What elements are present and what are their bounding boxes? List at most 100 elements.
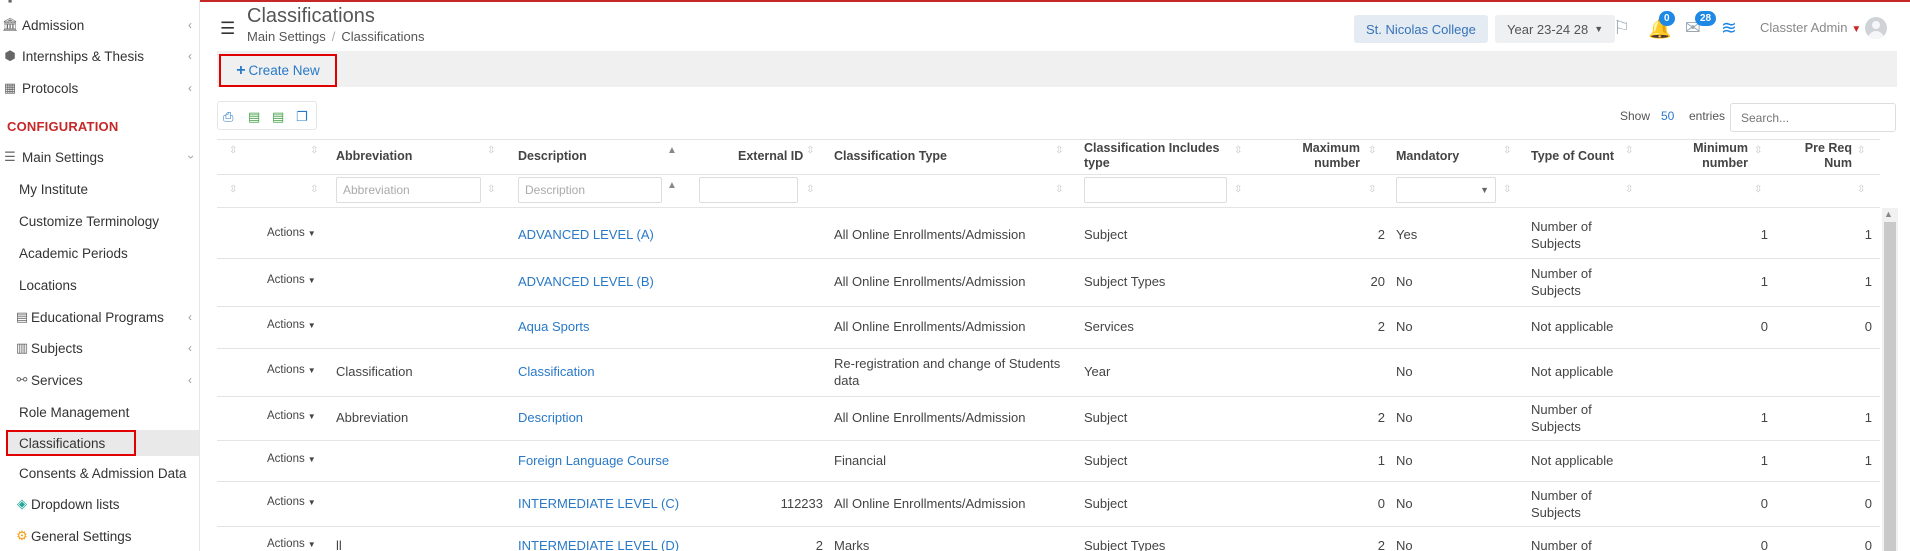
sort-icon[interactable]: ⇳ bbox=[1625, 145, 1633, 156]
sidebar-item-my-institute[interactable]: My Institute bbox=[0, 177, 199, 201]
layers-stack-icon[interactable]: ≋ bbox=[1721, 17, 1737, 40]
cell-description-link[interactable]: Description bbox=[518, 409, 693, 426]
cell-mandatory-text: No bbox=[1396, 274, 1413, 289]
breadcrumb-main-settings[interactable]: Main Settings bbox=[247, 29, 326, 44]
sort-icon: ⇳ bbox=[1625, 184, 1634, 195]
messages-badge: 28 bbox=[1695, 11, 1717, 26]
external-id-filter[interactable] bbox=[699, 177, 798, 203]
sidebar-item-role-management[interactable]: Role Management bbox=[0, 400, 199, 424]
sort-icon[interactable]: ⇳ bbox=[1503, 145, 1511, 156]
cell-maximum-number-text: 2 bbox=[1377, 227, 1385, 242]
sidebar-item-customize-terminology[interactable]: Customize Terminology bbox=[0, 209, 199, 233]
cell-type-of-count-text-2: Subjects bbox=[1531, 236, 1581, 251]
create-new-button[interactable]: + Create New bbox=[219, 54, 337, 87]
actions-dropdown[interactable]: Actions ▼ bbox=[267, 274, 327, 286]
book-icon: ▥ bbox=[15, 340, 29, 355]
sort-icon[interactable]: ⇳ bbox=[1234, 145, 1242, 156]
year-selector[interactable]: Year 23-24 28 ▼ bbox=[1495, 15, 1616, 43]
column-header-abbreviation[interactable]: Abbreviation bbox=[336, 139, 412, 173]
scrollbar-thumb[interactable] bbox=[1884, 222, 1896, 551]
sidebar-item-internships[interactable]: ⬢ Internships & Thesis ‹ bbox=[0, 44, 199, 68]
description-filter[interactable]: Description bbox=[518, 177, 662, 203]
sidebar-item-general-settings[interactable]: ⚙ General Settings bbox=[0, 524, 199, 548]
cell-description-link[interactable]: Foreign Language Course bbox=[518, 452, 693, 469]
sidebar-item-protocols[interactable]: ▦ Protocols ‹ bbox=[0, 76, 199, 100]
cell-description-link[interactable]: Classification bbox=[518, 363, 693, 380]
column-header-minimum-number[interactable]: Minimum number bbox=[1680, 139, 1748, 173]
mandatory-filter-select[interactable]: ▼ bbox=[1396, 177, 1496, 203]
cell-maximum-number-text: 2 bbox=[1377, 319, 1385, 334]
cell-type-of-count: Not applicable bbox=[1531, 363, 1641, 380]
highlight-box-classifications bbox=[6, 430, 136, 456]
column-header-maximum-number[interactable]: Maximum number bbox=[1290, 139, 1360, 173]
column-header-classification-type[interactable]: Classification Type bbox=[834, 139, 947, 173]
search-input[interactable] bbox=[1730, 103, 1896, 132]
actions-dropdown[interactable]: Actions ▼ bbox=[267, 364, 327, 376]
actions-dropdown[interactable]: Actions ▼ bbox=[267, 319, 327, 331]
column-header-mandatory[interactable]: Mandatory bbox=[1396, 139, 1459, 173]
sidebar-item-locations[interactable]: Locations bbox=[0, 273, 199, 297]
sidebar-item-services[interactable]: ⚯ Services ‹ bbox=[0, 368, 199, 392]
cell-description-link[interactable]: Aqua Sports bbox=[518, 318, 693, 335]
caret-down-icon: ▼ bbox=[307, 497, 316, 507]
cell-description-link[interactable]: INTERMEDIATE LEVEL (C) bbox=[518, 495, 693, 512]
actions-label: Actions bbox=[267, 319, 305, 331]
column-header-external-id[interactable]: External ID bbox=[738, 139, 803, 173]
hamburger-menu-icon[interactable]: ☰ bbox=[220, 19, 235, 39]
includes-type-filter[interactable] bbox=[1084, 177, 1227, 203]
cell-includes-type: Subject bbox=[1084, 495, 1264, 512]
sidebar-item-partial[interactable]: ▪ bbox=[0, 0, 199, 12]
sidebar-item-subjects[interactable]: ▥ Subjects ‹ bbox=[0, 336, 199, 360]
cell-description-link[interactable]: ADVANCED LEVEL (A) bbox=[518, 226, 693, 243]
sidebar-item-consents[interactable]: Consents & Admission Data bbox=[0, 461, 199, 485]
sort-icon[interactable]: ⇳ bbox=[1754, 145, 1762, 156]
column-header-includes-type[interactable]: Classification Includes type bbox=[1084, 139, 1219, 173]
sort-icon[interactable]: ⇳ bbox=[806, 145, 814, 156]
cell-prereq-num-text: 1 bbox=[1864, 452, 1872, 468]
sort-asc-icon[interactable]: ▲ bbox=[667, 145, 677, 156]
actions-dropdown[interactable]: Actions ▼ bbox=[267, 538, 327, 550]
cell-includes-type: Subject Types bbox=[1084, 273, 1264, 290]
cell-minimum-number-text: 0 bbox=[1760, 538, 1768, 551]
sort-icon[interactable]: ⇳ bbox=[310, 145, 318, 156]
actions-label: Actions bbox=[267, 495, 305, 508]
gear-icon: ⚙ bbox=[16, 528, 28, 543]
cell-mandatory-text: No bbox=[1396, 364, 1413, 379]
column-header-type-of-count[interactable]: Type of Count bbox=[1531, 139, 1614, 173]
flag-icon[interactable]: ⚐ bbox=[1613, 17, 1630, 40]
actions-dropdown[interactable]: Actions ▼ bbox=[267, 410, 327, 422]
abbreviation-filter[interactable]: Abbreviation bbox=[336, 177, 481, 203]
sidebar-item-dropdown-lists[interactable]: ◈ Dropdown lists bbox=[0, 492, 199, 516]
chevron-left-icon: ‹ bbox=[188, 81, 192, 95]
actions-dropdown[interactable]: Actions ▼ bbox=[267, 496, 327, 508]
actions-dropdown[interactable]: Actions ▼ bbox=[267, 227, 327, 239]
cell-type-of-count-text: Number of bbox=[1531, 487, 1592, 503]
column-header-prereq-num[interactable]: Pre Req Num bbox=[1800, 139, 1852, 173]
cell-type-of-count: Not applicable bbox=[1531, 452, 1641, 469]
actions-dropdown[interactable]: Actions ▼ bbox=[267, 453, 327, 465]
user-menu[interactable]: Classter Admin ▼ bbox=[1760, 20, 1861, 35]
sidebar-item-educational-programs[interactable]: ▤ Educational Programs ‹ bbox=[0, 305, 199, 329]
college-selector[interactable]: St. Nicolas College bbox=[1354, 15, 1488, 43]
column-header-description[interactable]: Description bbox=[518, 139, 587, 173]
sort-icon[interactable]: ⇳ bbox=[1857, 145, 1865, 156]
cell-description-link[interactable]: INTERMEDIATE LEVEL (D) bbox=[518, 537, 693, 551]
sort-icon[interactable]: ⇳ bbox=[487, 145, 495, 156]
actions-label: Actions bbox=[267, 538, 305, 550]
sort-icon[interactable]: ⇳ bbox=[229, 145, 237, 156]
header-line: Classification Includes bbox=[1084, 141, 1220, 155]
cell-mandatory: No bbox=[1396, 318, 1476, 335]
cell-description-link[interactable]: ADVANCED LEVEL (B) bbox=[518, 273, 693, 290]
entries-count-select[interactable]: 50 bbox=[1661, 109, 1674, 123]
sort-icon[interactable]: ⇳ bbox=[1368, 145, 1376, 156]
sort-icon: ⇳ bbox=[229, 184, 238, 195]
sidebar-item-admission[interactable]: 🏛 Admission ‹ bbox=[0, 13, 199, 37]
cell-maximum-number: 2 bbox=[1290, 409, 1385, 426]
caret-down-icon: ▼ bbox=[307, 321, 316, 330]
scroll-up-arrow[interactable]: ▲ bbox=[1884, 209, 1893, 219]
sort-icon[interactable]: ⇳ bbox=[1055, 145, 1063, 156]
cell-classification-type: All Online Enrollments/Admission bbox=[834, 409, 1069, 426]
avatar[interactable] bbox=[1865, 17, 1887, 39]
sidebar-item-main-settings[interactable]: ☰ Main Settings ‹ bbox=[0, 145, 199, 169]
sidebar-item-academic-periods[interactable]: Academic Periods bbox=[0, 241, 199, 265]
